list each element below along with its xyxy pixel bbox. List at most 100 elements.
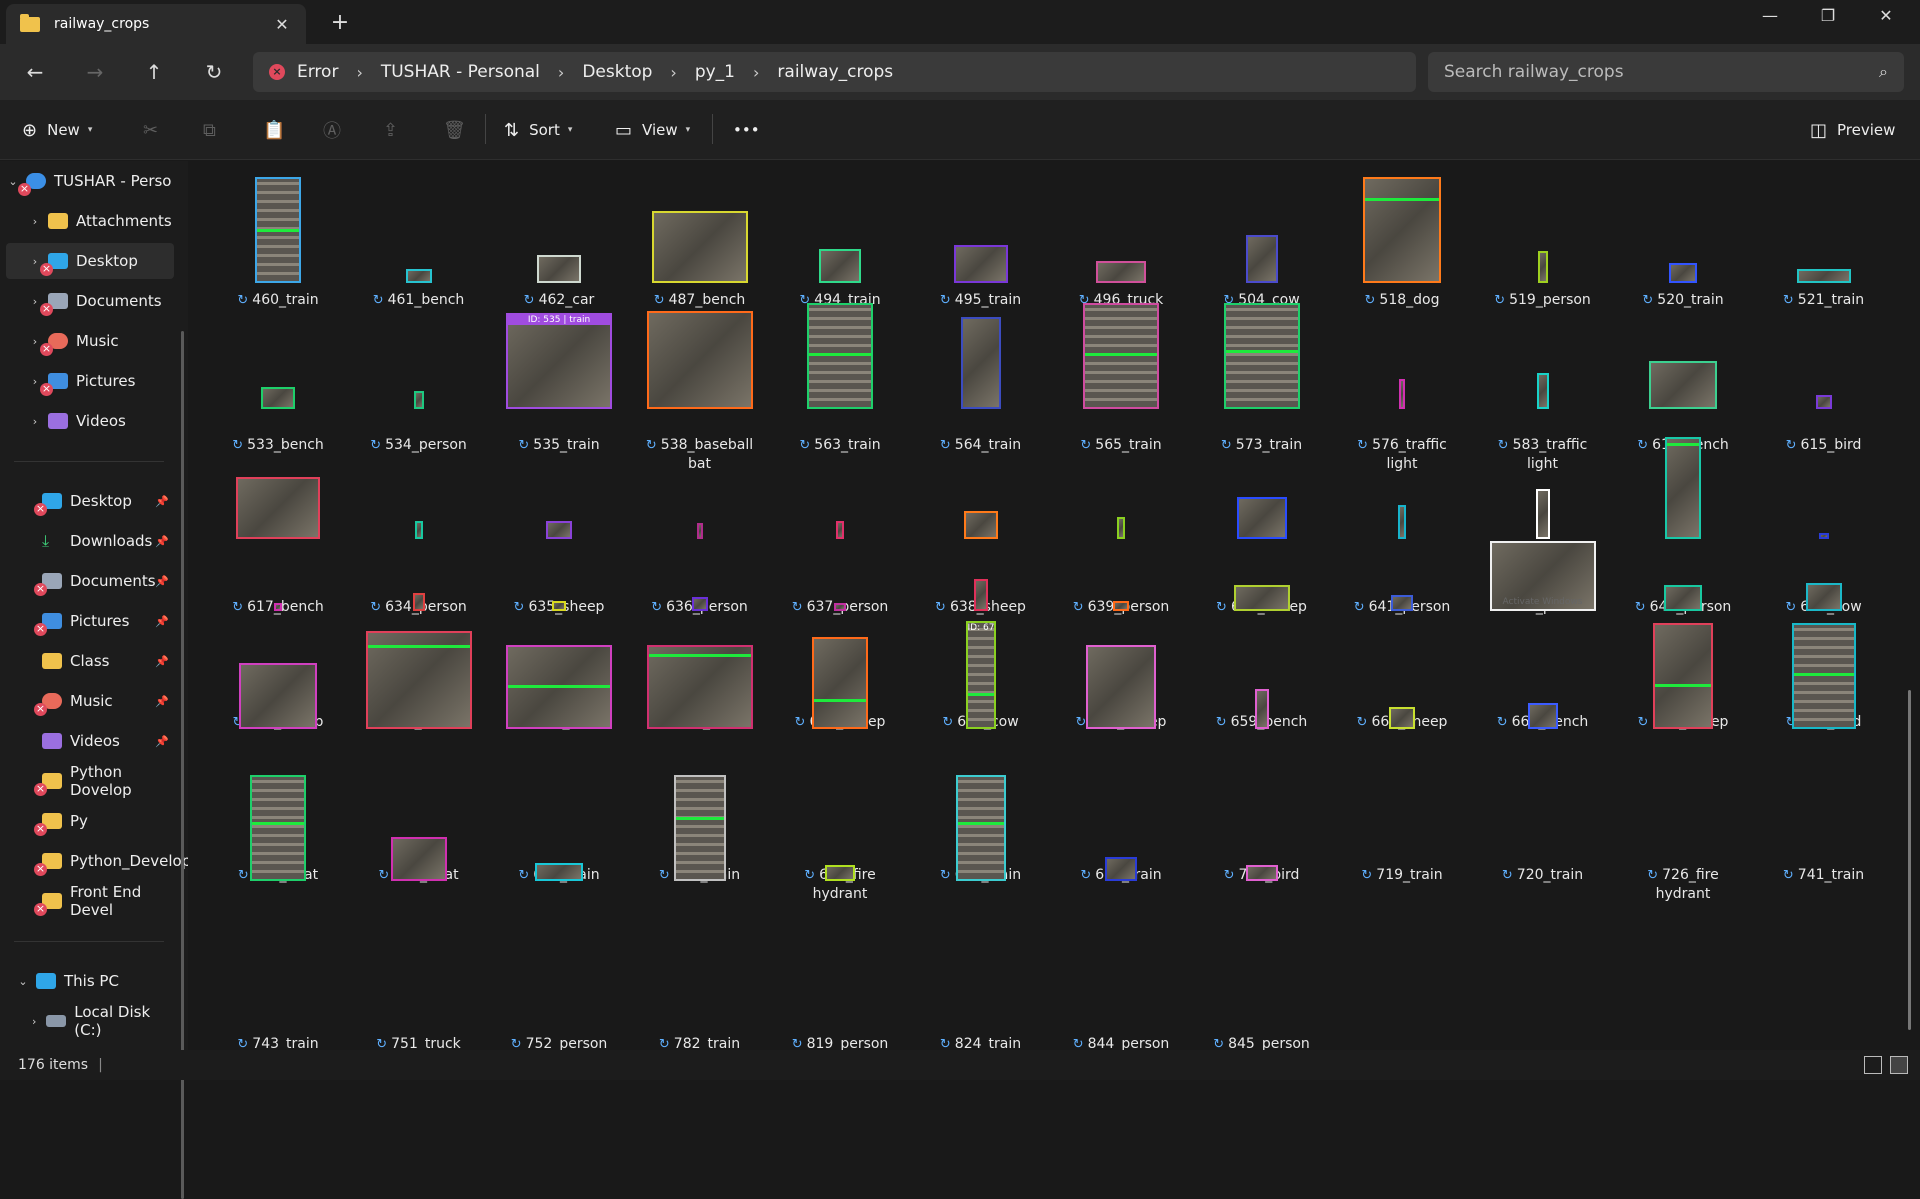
image-thumbnail[interactable] <box>812 637 868 729</box>
quick-access-videos[interactable]: Videos 📌 <box>0 723 175 759</box>
new-tab-button[interactable]: + <box>328 10 352 35</box>
image-thumbnail[interactable] <box>673 775 726 881</box>
pin-icon[interactable]: 📌 <box>155 575 169 588</box>
sidebar-item-videos[interactable]: › Videos <box>0 403 175 439</box>
large-icons-view-button[interactable] <box>1890 1056 1908 1074</box>
pin-icon[interactable]: 📌 <box>155 535 169 548</box>
image-thumbnail[interactable] <box>1233 585 1290 611</box>
sidebar-item-music[interactable]: › Music <box>0 323 175 359</box>
image-thumbnail[interactable] <box>274 603 282 611</box>
quick-access-python-dovelop[interactable]: Python Dovelop <box>0 763 175 799</box>
image-thumbnail[interactable] <box>405 269 432 283</box>
image-thumbnail[interactable]: Activate Windows <box>1489 541 1596 611</box>
back-button[interactable]: ← <box>20 58 50 88</box>
chevron-down-icon[interactable]: ⌄ <box>10 975 36 988</box>
file-view-scrollbar[interactable] <box>1908 690 1911 1030</box>
view-button[interactable]: ▭ View ▾ <box>615 118 690 142</box>
maximize-button[interactable]: ❐ <box>1810 6 1846 25</box>
refresh-button[interactable]: ↻ <box>199 58 229 88</box>
image-thumbnail[interactable] <box>1669 263 1697 283</box>
image-thumbnail[interactable] <box>1083 303 1159 409</box>
image-thumbnail[interactable] <box>390 837 447 881</box>
image-thumbnail[interactable] <box>236 477 320 539</box>
image-thumbnail[interactable] <box>1113 601 1129 611</box>
image-thumbnail[interactable] <box>1535 489 1550 539</box>
quick-access-py[interactable]: Py <box>0 803 175 839</box>
image-thumbnail[interactable] <box>1398 505 1406 539</box>
rename-icon[interactable]: Ⓐ <box>323 118 351 142</box>
image-thumbnail[interactable] <box>1796 269 1851 283</box>
image-thumbnail[interactable] <box>1236 497 1287 539</box>
sidebar-item-tushar-personal[interactable]: ⌄ TUSHAR - Perso <box>0 163 175 199</box>
image-thumbnail[interactable] <box>365 631 472 729</box>
delete-icon[interactable]: 🗑 <box>443 118 476 142</box>
image-thumbnail[interactable] <box>1223 303 1300 409</box>
image-thumbnail[interactable]: ID: 679 <box>965 621 996 729</box>
image-thumbnail[interactable] <box>1665 437 1701 539</box>
sidebar-item-local-disk[interactable]: › Local Disk (C:) <box>0 1003 175 1039</box>
pin-icon[interactable]: 📌 <box>155 495 169 508</box>
image-thumbnail[interactable] <box>1536 373 1549 409</box>
image-thumbnail[interactable] <box>546 521 572 539</box>
image-thumbnail[interactable] <box>250 775 306 881</box>
image-thumbnail[interactable] <box>1254 689 1269 729</box>
image-thumbnail[interactable] <box>537 255 581 283</box>
image-thumbnail[interactable] <box>1537 251 1548 283</box>
quick-access-pictures[interactable]: Pictures 📌 <box>0 603 175 639</box>
pin-icon[interactable]: 📌 <box>155 615 169 628</box>
sidebar-item-attachments[interactable]: › Attachments <box>0 203 175 239</box>
pin-icon[interactable]: 📌 <box>155 735 169 748</box>
breadcrumb-desktop[interactable]: Desktop <box>582 62 652 82</box>
image-thumbnail[interactable] <box>1389 707 1415 729</box>
breadcrumb-tushar-personal[interactable]: TUSHAR - Personal <box>381 62 540 82</box>
image-thumbnail[interactable] <box>963 511 998 539</box>
paste-icon[interactable]: 📋 <box>263 118 295 142</box>
image-thumbnail[interactable] <box>1664 585 1702 611</box>
image-thumbnail[interactable] <box>413 391 424 409</box>
image-thumbnail[interactable] <box>414 521 423 539</box>
image-thumbnail[interactable] <box>535 863 583 881</box>
pin-icon[interactable]: 📌 <box>155 695 169 708</box>
cut-icon[interactable]: ✂ <box>143 118 168 142</box>
image-thumbnail[interactable] <box>1815 395 1832 409</box>
image-thumbnail[interactable] <box>1096 261 1146 283</box>
image-thumbnail[interactable] <box>255 177 301 283</box>
more-options-button[interactable]: ••• <box>733 118 760 142</box>
copy-icon[interactable]: ⧉ <box>203 118 226 142</box>
image-thumbnail[interactable] <box>1391 595 1413 611</box>
address-bar[interactable]: × Error › TUSHAR - Personal › Desktop › … <box>253 52 1416 92</box>
image-thumbnail[interactable] <box>1653 623 1713 729</box>
image-thumbnail[interactable] <box>1527 703 1558 729</box>
breadcrumb-py-1[interactable]: py_1 <box>695 62 735 82</box>
image-thumbnail[interactable] <box>807 303 873 409</box>
preview-button[interactable]: ◫ Preview <box>1810 118 1895 142</box>
image-thumbnail[interactable] <box>1363 177 1441 283</box>
sidebar-item-desktop[interactable]: › Desktop <box>6 243 174 279</box>
image-thumbnail[interactable] <box>1399 379 1405 409</box>
sidebar-item-pictures[interactable]: › Pictures <box>0 363 175 399</box>
image-thumbnail[interactable] <box>955 775 1006 881</box>
image-thumbnail[interactable] <box>836 521 844 539</box>
details-view-button[interactable] <box>1864 1056 1882 1074</box>
image-thumbnail[interactable] <box>1649 361 1717 409</box>
quick-access-documents[interactable]: Documents 📌 <box>0 563 175 599</box>
image-thumbnail[interactable] <box>953 245 1008 283</box>
image-thumbnail[interactable] <box>1805 583 1842 611</box>
image-thumbnail[interactable] <box>646 311 753 409</box>
image-thumbnail[interactable] <box>973 579 988 611</box>
up-button[interactable]: ↑ <box>139 58 169 88</box>
image-thumbnail[interactable] <box>825 865 855 881</box>
image-thumbnail[interactable] <box>1791 623 1856 729</box>
image-thumbnail[interactable] <box>239 663 317 729</box>
image-thumbnail[interactable] <box>261 387 295 409</box>
minimize-button[interactable]: — <box>1752 6 1788 25</box>
image-thumbnail[interactable] <box>691 597 708 611</box>
image-thumbnail[interactable] <box>1086 645 1156 729</box>
image-thumbnail[interactable] <box>960 317 1001 409</box>
image-thumbnail[interactable] <box>1818 533 1829 539</box>
new-button[interactable]: ⊕ New ▾ <box>22 118 92 142</box>
image-thumbnail[interactable] <box>552 601 566 611</box>
sidebar-item-this-pc[interactable]: ⌄ This PC <box>0 963 175 999</box>
quick-access-python-develop[interactable]: Python_Develop <box>0 843 191 879</box>
sort-button[interactable]: ⇅ Sort ▾ <box>504 118 572 142</box>
